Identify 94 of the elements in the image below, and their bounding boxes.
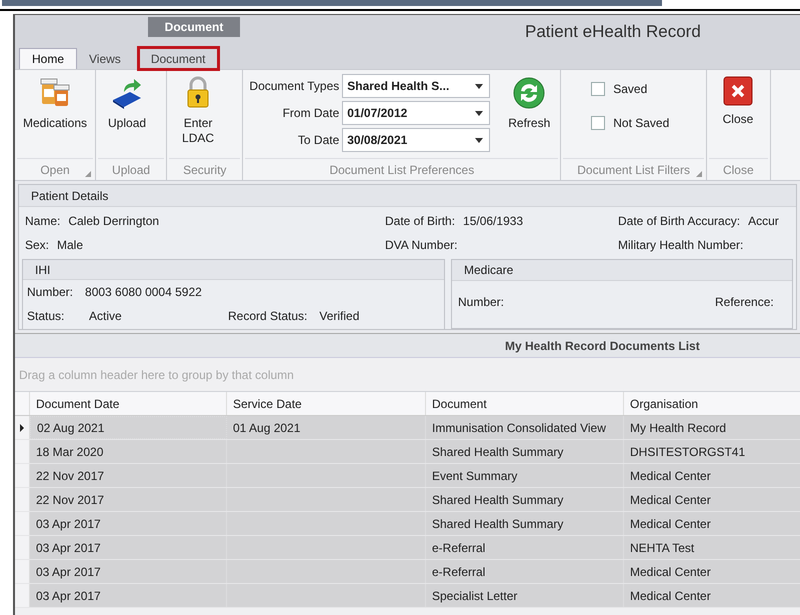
field-value: 8003 6080 0004 5922 [85,284,202,301]
table-row[interactable]: 22 Nov 2017 Event Summary Medical Center [15,464,800,488]
group-caption: Open [40,162,70,178]
ribbon-tab[interactable]: Views [77,48,133,69]
ribbon-tab[interactable]: Document [138,48,218,69]
table-cell: 01 Aug 2021 [227,416,426,439]
field-label: Record Status: [228,308,308,325]
dropdown-caret-icon[interactable] [475,110,484,116]
field-label: Sex: [25,237,50,254]
table-cell: DHSITESTORGST41 [624,440,800,463]
table-cell: 03 Apr 2017 [30,536,227,559]
field-value: Accur [748,213,779,230]
table-cell: e-Referral [426,560,624,583]
field-label: Document Types [249,78,340,95]
field-label: Date of Birth Accuracy: [618,213,740,230]
checkbox-label: Not Saved [613,115,670,132]
table-cell: NEHTA Test [624,536,800,559]
field-value: 15/06/1933 [463,213,524,230]
checkbox-label: Saved [613,81,648,98]
group-caption: Document List Preferences [329,162,474,178]
group-caption: Document List Filters [577,162,690,178]
table-cell: 02 Aug 2021 [30,416,227,439]
dialog-launcher-icon[interactable] [696,171,702,177]
ribbon-button[interactable]: Enter LDAC [173,74,224,146]
group-caption: Security [183,162,226,178]
group-caption: Upload [112,162,150,178]
panel-title: IHI [35,262,50,278]
field-label: To Date [298,132,340,149]
row-indicator-icon [20,424,24,432]
table-cell: Event Summary [426,464,624,487]
table-cell: 18 Mar 2020 [30,440,227,463]
table-row[interactable]: 03 Apr 2017 Shared Health Summary Medical Center [15,512,800,536]
table-row[interactable]: 03 Apr 2017 e-Referral Medical Center [15,560,800,584]
ribbon-button[interactable]: Medications [21,74,90,131]
field-label: Date of Birth: [385,213,456,230]
table-cell: 22 Nov 2017 [30,488,227,511]
ribbon-tab[interactable]: Home [19,48,78,69]
table-cell: 22 Nov 2017 [30,464,227,487]
table-cell: Shared Health Summary [426,512,624,535]
table-cell: e-Referral [426,536,624,559]
field-label: Name: [25,213,60,230]
field-label: Military Health Number: [618,237,744,254]
grid-title: My Health Record Documents List [505,338,700,354]
table-cell: Shared Health Summary [426,488,624,511]
context-tab-header: Document [148,17,240,37]
table-cell: 03 Apr 2017 [30,560,227,583]
column-header[interactable]: Document Date [30,392,227,415]
dialog-launcher-icon[interactable] [85,171,92,177]
panel-title: Medicare [464,262,514,279]
field-label: Status: [27,308,66,325]
close-icon [722,76,753,106]
field-label: DVA Number: [385,237,458,254]
checkbox[interactable] [591,82,606,96]
dropdown-caret-icon[interactable] [475,84,484,88]
field-value: Verified [319,308,360,325]
table-row[interactable]: 03 Apr 2017 Specialist Letter Medical Center [15,584,800,608]
refresh-icon [512,76,546,110]
field-label: Number: [27,284,74,301]
column-header[interactable]: Service Date [227,392,426,415]
table-cell: Medical Center [624,488,800,511]
column-header[interactable]: Document [426,392,624,415]
dropdown-field[interactable]: 30/08/2021 [342,128,490,152]
table-row[interactable]: 18 Mar 2020 Shared Health Summary DHSITESTORGST41 [15,440,800,464]
dropdown-caret-icon[interactable] [475,138,484,142]
table-row[interactable]: 22 Nov 2017 Shared Health Summary Medical Center [15,488,800,512]
table-cell: Medical Center [624,584,800,607]
table-cell: My Health Record [624,416,800,439]
field-label: Reference: [715,294,774,311]
column-header[interactable]: Organisation [624,392,800,415]
table-cell: 03 Apr 2017 [30,584,227,607]
table-cell: Medical Center [624,512,800,535]
ribbon-button[interactable]: Upload [102,74,152,131]
field-value: Active [89,308,123,325]
group-by-hint: Drag a column header here to group by that column [19,366,294,384]
table-cell: 03 Apr 2017 [30,512,227,535]
table-cell: Shared Health Summary [426,440,624,463]
table-row[interactable]: 02 Aug 2021 01 Aug 2021 Immunisation Consolidated View My Health Record [15,416,800,440]
table-cell: Specialist Letter [426,584,624,607]
panel-title: Patient Details [31,188,108,204]
field-label: From Date [282,105,340,122]
checkbox[interactable] [591,116,606,130]
field-value: Caleb Derrington [68,213,160,230]
table-cell: Medical Center [624,464,800,487]
table-cell: Immunisation Consolidated View [426,416,624,439]
field-value: Male [57,237,84,254]
field-label: Number: [458,294,506,311]
table-cell: Medical Center [624,560,800,583]
window-title: Patient eHealth Record [525,21,701,43]
dropdown-field[interactable]: Shared Health S... [342,74,490,98]
table-row[interactable]: 03 Apr 2017 e-Referral NEHTA Test [15,536,800,560]
group-caption: Close [722,162,754,178]
ribbon-button[interactable]: Refresh [504,74,554,131]
close-button[interactable]: Close [712,74,763,127]
dropdown-field[interactable]: 01/07/2012 [342,101,490,125]
